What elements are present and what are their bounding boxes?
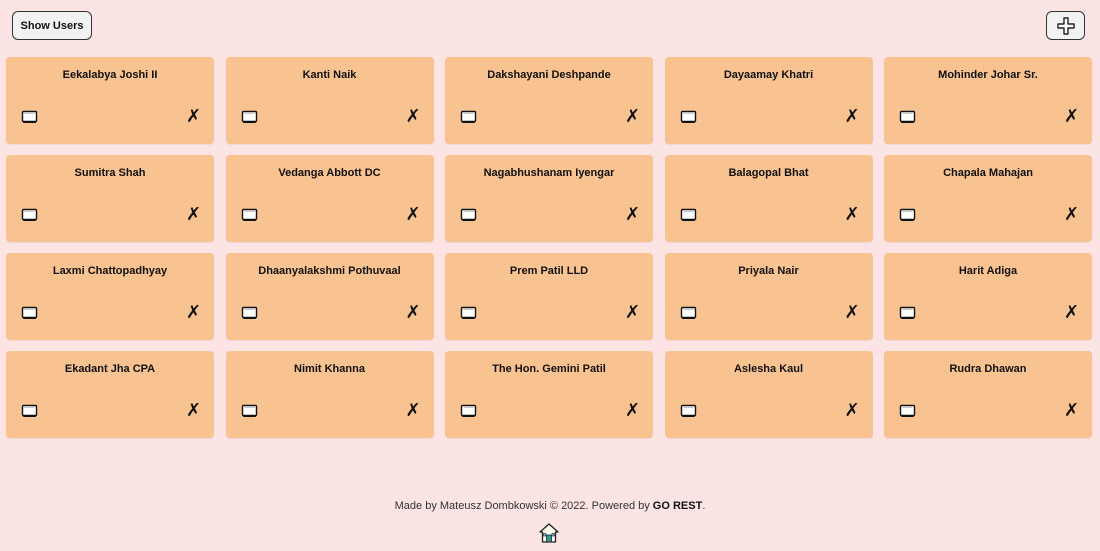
x-mark-icon[interactable]: ✗ bbox=[1064, 400, 1079, 420]
user-name: Prem Patil LLD bbox=[509, 265, 589, 277]
add-user-button[interactable] bbox=[1046, 11, 1085, 40]
user-name: Harit Adiga bbox=[958, 265, 1018, 277]
user-name: Dakshayani Deshpande bbox=[487, 69, 611, 81]
x-mark-icon[interactable]: ✗ bbox=[406, 302, 421, 322]
user-card: Nagabhushanam Iyengar ✗ bbox=[445, 155, 653, 242]
x-mark-icon[interactable]: ✗ bbox=[625, 106, 640, 126]
user-card: Dhaanyalakshmi Pothuvaal ✗ bbox=[225, 253, 434, 340]
x-mark-icon[interactable]: ✗ bbox=[406, 204, 421, 224]
book-icon[interactable] bbox=[899, 110, 916, 124]
user-name: Nimit Khanna bbox=[294, 363, 365, 375]
user-card-grid: Eekalabya Joshi II ✗ Kanti Naik ✗ Dakshayani… bbox=[6, 57, 1092, 438]
user-card: Balagopal Bhat ✗ bbox=[664, 155, 873, 242]
book-icon[interactable] bbox=[21, 404, 38, 418]
plus-icon bbox=[1056, 16, 1075, 35]
book-icon[interactable] bbox=[460, 404, 477, 418]
user-name: Priyala Nair bbox=[738, 265, 799, 277]
user-card: Laxmi Chattopadhyay ✗ bbox=[6, 253, 214, 340]
x-mark-icon[interactable]: ✗ bbox=[406, 400, 421, 420]
book-icon[interactable] bbox=[460, 208, 477, 222]
x-mark-icon[interactable]: ✗ bbox=[845, 204, 860, 224]
user-name: Kanti Naik bbox=[302, 69, 357, 81]
user-name: Rudra Dhawan bbox=[949, 363, 1027, 375]
user-card: Vedanga Abbott DC ✗ bbox=[225, 155, 434, 242]
user-card: Priyala Nair ✗ bbox=[664, 253, 873, 340]
book-icon[interactable] bbox=[680, 306, 697, 320]
x-mark-icon[interactable]: ✗ bbox=[1064, 204, 1079, 224]
user-card: Rudra Dhawan ✗ bbox=[884, 351, 1092, 438]
user-name: Aslesha Kaul bbox=[733, 363, 804, 375]
book-icon[interactable] bbox=[680, 208, 697, 222]
user-card: Prem Patil LLD ✗ bbox=[445, 253, 653, 340]
book-icon[interactable] bbox=[241, 306, 258, 320]
footer-brand: GO REST bbox=[652, 500, 703, 512]
book-icon[interactable] bbox=[241, 404, 258, 418]
book-icon[interactable] bbox=[680, 404, 697, 418]
book-icon[interactable] bbox=[899, 306, 916, 320]
x-mark-icon[interactable]: ✗ bbox=[186, 204, 201, 224]
user-name: Nagabhushanam Iyengar bbox=[483, 167, 615, 179]
user-name: The Hon. Gemini Patil bbox=[492, 363, 606, 375]
book-icon[interactable] bbox=[899, 404, 916, 418]
user-card: Kanti Naik ✗ bbox=[225, 57, 434, 144]
book-icon[interactable] bbox=[21, 208, 38, 222]
user-card: Eekalabya Joshi II ✗ bbox=[6, 57, 214, 144]
book-icon[interactable] bbox=[241, 208, 258, 222]
user-card: Aslesha Kaul ✗ bbox=[664, 351, 873, 438]
user-name: Sumitra Shah bbox=[74, 167, 146, 179]
user-card: Dakshayani Deshpande ✗ bbox=[445, 57, 653, 144]
x-mark-icon[interactable]: ✗ bbox=[406, 106, 421, 126]
user-name: Balagopal Bhat bbox=[728, 167, 809, 179]
user-card: Chapala Mahajan ✗ bbox=[884, 155, 1092, 242]
show-users-button[interactable]: Show Users bbox=[12, 11, 92, 40]
book-icon[interactable] bbox=[899, 208, 916, 222]
book-icon[interactable] bbox=[460, 110, 477, 124]
user-name: Ekadant Jha CPA bbox=[64, 363, 156, 375]
x-mark-icon[interactable]: ✗ bbox=[186, 106, 201, 126]
book-icon[interactable] bbox=[241, 110, 258, 124]
x-mark-icon[interactable]: ✗ bbox=[845, 400, 860, 420]
user-card: Nimit Khanna ✗ bbox=[225, 351, 434, 438]
user-card: Ekadant Jha CPA ✗ bbox=[6, 351, 214, 438]
book-icon[interactable] bbox=[460, 306, 477, 320]
x-mark-icon[interactable]: ✗ bbox=[1064, 302, 1079, 322]
x-mark-icon[interactable]: ✗ bbox=[845, 106, 860, 126]
footer-credit: Made by Mateusz Dombkowski © 2022. Power… bbox=[394, 500, 653, 512]
book-icon[interactable] bbox=[680, 110, 697, 124]
book-icon[interactable] bbox=[21, 306, 38, 320]
x-mark-icon[interactable]: ✗ bbox=[1064, 106, 1079, 126]
user-name: Vedanga Abbott DC bbox=[278, 167, 381, 179]
x-mark-icon[interactable]: ✗ bbox=[625, 302, 640, 322]
x-mark-icon[interactable]: ✗ bbox=[186, 400, 201, 420]
user-name: Dayaamay Khatri bbox=[723, 69, 814, 81]
user-card: Sumitra Shah ✗ bbox=[6, 155, 214, 242]
user-name: Dhaanyalakshmi Pothuvaal bbox=[258, 265, 401, 277]
user-card: Dayaamay Khatri ✗ bbox=[664, 57, 873, 144]
user-card: Mohinder Johar Sr. ✗ bbox=[884, 57, 1092, 144]
user-name: Chapala Mahajan bbox=[943, 167, 1033, 179]
top-bar: Show Users bbox=[0, 0, 1100, 50]
x-mark-icon[interactable]: ✗ bbox=[625, 400, 640, 420]
footer-suffix: . bbox=[702, 500, 706, 512]
book-icon[interactable] bbox=[21, 110, 38, 124]
x-mark-icon[interactable]: ✗ bbox=[625, 204, 640, 224]
user-card: The Hon. Gemini Patil ✗ bbox=[445, 351, 653, 438]
footer: Made by Mateusz Dombkowski © 2022. Power… bbox=[0, 500, 1100, 512]
user-name: Eekalabya Joshi II bbox=[62, 69, 158, 81]
home-icon[interactable] bbox=[538, 522, 560, 544]
x-mark-icon[interactable]: ✗ bbox=[186, 302, 201, 322]
user-card: Harit Adiga ✗ bbox=[884, 253, 1092, 340]
x-mark-icon[interactable]: ✗ bbox=[845, 302, 860, 322]
user-name: Mohinder Johar Sr. bbox=[938, 69, 1038, 81]
user-name: Laxmi Chattopadhyay bbox=[52, 265, 168, 277]
